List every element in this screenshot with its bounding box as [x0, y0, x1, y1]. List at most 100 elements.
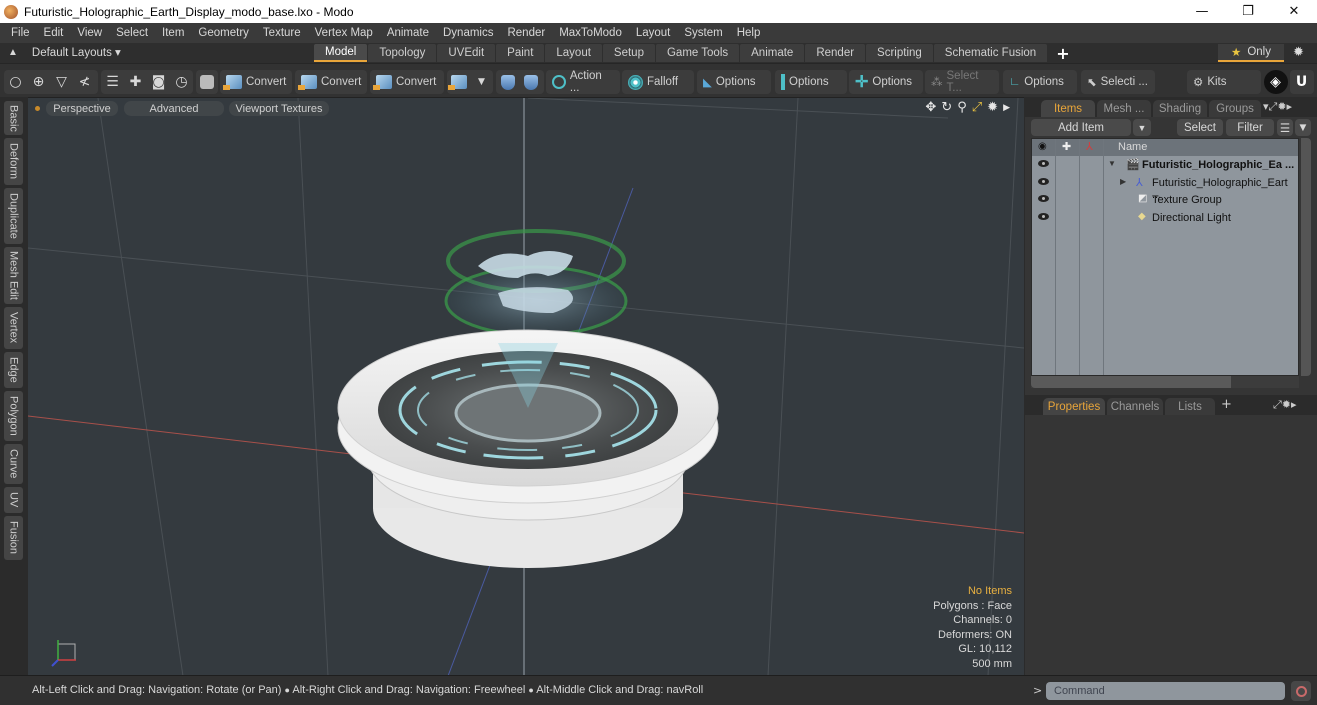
- menu-layout[interactable]: Layout: [629, 27, 678, 39]
- path-tool-icon[interactable]: ≮: [73, 71, 96, 93]
- restore-button[interactable]: ❐: [1225, 0, 1271, 23]
- menu-file[interactable]: File: [4, 27, 37, 39]
- select-through-button[interactable]: ⁂ Select T...: [925, 70, 999, 94]
- vtab-uv[interactable]: UV: [4, 487, 23, 513]
- vtab-deform[interactable]: Deform: [4, 138, 23, 185]
- tab-game-tools[interactable]: Game Tools: [655, 44, 740, 62]
- unreal-icon[interactable]: U: [1290, 71, 1313, 93]
- tab-model[interactable]: Model: [314, 44, 368, 62]
- menu-item[interactable]: Item: [155, 27, 191, 39]
- list-item[interactable]: ◆ Directional Light: [1032, 210, 1298, 227]
- pen-tool-icon[interactable]: ▽: [50, 71, 73, 93]
- eye-icon[interactable]: [1038, 160, 1049, 167]
- options-button-2[interactable]: Options: [775, 71, 835, 93]
- filter-button[interactable]: Filter: [1226, 119, 1274, 136]
- menu-dynamics[interactable]: Dynamics: [436, 27, 500, 39]
- convert-button-2[interactable]: Convert: [295, 71, 367, 93]
- default-layouts-dropdown[interactable]: Default Layouts ▾: [32, 45, 121, 59]
- collapse-arrow-icon[interactable]: ▲: [8, 47, 18, 58]
- tab-scripting[interactable]: Scripting: [866, 44, 933, 62]
- vtab-fusion[interactable]: Fusion: [4, 516, 23, 560]
- tab-items[interactable]: Items: [1041, 100, 1095, 117]
- item-list-vertical-scrollbar[interactable]: [1301, 138, 1311, 376]
- dropdown-arrow-icon[interactable]: ▼: [470, 71, 493, 93]
- add-panel-tab-button[interactable]: +: [1221, 397, 1232, 412]
- tab-channels[interactable]: Channels: [1107, 398, 1163, 415]
- kits-button[interactable]: ⚙ Kits: [1187, 71, 1232, 93]
- expand-triangle-icon[interactable]: ▶: [1120, 177, 1126, 186]
- snap-icon[interactable]: ◙: [147, 71, 170, 93]
- collapse-triangle-icon[interactable]: ▼: [1108, 159, 1116, 168]
- menu-texture[interactable]: Texture: [256, 27, 308, 39]
- tab-layout[interactable]: Layout: [545, 44, 602, 62]
- list-options-icon[interactable]: ☰: [1277, 119, 1293, 136]
- vtab-edge[interactable]: Edge: [4, 352, 23, 388]
- viewport-textures-button[interactable]: Viewport Textures: [229, 101, 329, 116]
- menu-maxtomodo[interactable]: MaxToModo: [552, 27, 629, 39]
- list-item[interactable]: ▼ 🎬 Futuristic_Holographic_Ea ...: [1032, 157, 1298, 174]
- convert-button-1[interactable]: Convert: [220, 71, 292, 93]
- vtab-curve[interactable]: Curve: [4, 444, 23, 484]
- menu-geometry[interactable]: Geometry: [191, 27, 256, 39]
- add-layout-tab-button[interactable]: +: [1048, 44, 1077, 63]
- advanced-button[interactable]: Advanced: [124, 101, 224, 116]
- menu-system[interactable]: System: [677, 27, 729, 39]
- properties-options-icon[interactable]: ⤢✹▸: [1273, 398, 1297, 412]
- command-input[interactable]: [1046, 682, 1285, 700]
- 3d-viewport[interactable]: Perspective Advanced Viewport Textures ✥…: [28, 97, 1024, 675]
- menu-vertex-map[interactable]: Vertex Map: [308, 27, 380, 39]
- gear-icon[interactable]: ✹: [1293, 45, 1304, 60]
- eye-icon[interactable]: [1038, 213, 1049, 220]
- action-center-button[interactable]: Action ...: [546, 70, 620, 94]
- vtab-vertex[interactable]: Vertex: [4, 307, 23, 349]
- menu-animate[interactable]: Animate: [380, 27, 436, 39]
- expand-arrow-icon[interactable]: ▶: [1003, 103, 1010, 113]
- tab-properties[interactable]: Properties: [1043, 398, 1105, 415]
- convert-button-3[interactable]: Convert: [370, 71, 442, 93]
- tab-animate[interactable]: Animate: [740, 44, 805, 62]
- funnel-filter-icon[interactable]: ▼: [1295, 119, 1311, 136]
- tab-topology[interactable]: Topology: [368, 44, 437, 62]
- menu-render[interactable]: Render: [500, 27, 552, 39]
- viewport-gear-icon[interactable]: ✹: [987, 100, 998, 115]
- circle-select-icon[interactable]: ○: [4, 71, 27, 93]
- tab-setup[interactable]: Setup: [602, 44, 655, 62]
- select-button[interactable]: Select: [1177, 119, 1223, 136]
- layers-icon[interactable]: ☰: [101, 71, 124, 93]
- record-macro-button[interactable]: [1291, 681, 1311, 701]
- menu-help[interactable]: Help: [730, 27, 768, 39]
- selection-button[interactable]: ⬉ Selecti ...: [1081, 71, 1154, 93]
- shaded-cube-icon[interactable]: [196, 71, 218, 93]
- eye-icon[interactable]: [1038, 178, 1049, 185]
- tab-paint[interactable]: Paint: [496, 44, 545, 62]
- vtab-duplicate[interactable]: Duplicate: [4, 188, 23, 244]
- perspective-button[interactable]: Perspective: [46, 101, 118, 116]
- only-toggle[interactable]: ★ Only: [1218, 44, 1284, 62]
- menu-select[interactable]: Select: [109, 27, 155, 39]
- tab-schematic-fusion[interactable]: Schematic Fusion: [933, 44, 1048, 62]
- options-button-4[interactable]: ∟ Options: [1003, 71, 1070, 93]
- rotate-icon[interactable]: ↻: [941, 100, 952, 115]
- options-button-3[interactable]: ✛ Options: [849, 71, 918, 93]
- item-list-horizontal-scrollbar[interactable]: [1031, 376, 1299, 388]
- vtab-basic[interactable]: Basic: [4, 101, 23, 135]
- workplane-shield-icon[interactable]: [519, 71, 542, 93]
- vtab-mesh-edit[interactable]: Mesh Edit: [4, 247, 23, 304]
- tab-uvedit[interactable]: UVEdit: [437, 44, 496, 62]
- cube-convert-icon[interactable]: [447, 71, 470, 93]
- minimize-button[interactable]: —: [1179, 0, 1225, 23]
- tab-lists[interactable]: Lists: [1165, 398, 1215, 415]
- add-item-dropdown[interactable]: ▼: [1133, 119, 1151, 136]
- unity-icon[interactable]: ◈: [1264, 71, 1287, 93]
- globe-icon[interactable]: ⊕: [27, 71, 50, 93]
- list-item[interactable]: ◩ Texture Group: [1032, 192, 1298, 209]
- maximize-icon[interactable]: ⤢: [972, 100, 982, 115]
- uv-cross-icon[interactable]: ✚: [124, 71, 147, 93]
- menu-edit[interactable]: Edit: [37, 27, 71, 39]
- add-item-button[interactable]: Add Item: [1031, 119, 1131, 136]
- symmetry-shield-icon[interactable]: [496, 71, 519, 93]
- list-item[interactable]: ▶ ⅄ Futuristic_Holographic_Eart ...: [1032, 175, 1298, 201]
- options-button-1[interactable]: ◣ Options: [697, 71, 762, 93]
- vtab-polygon[interactable]: Polygon: [4, 391, 23, 441]
- tab-groups[interactable]: Groups: [1209, 100, 1261, 117]
